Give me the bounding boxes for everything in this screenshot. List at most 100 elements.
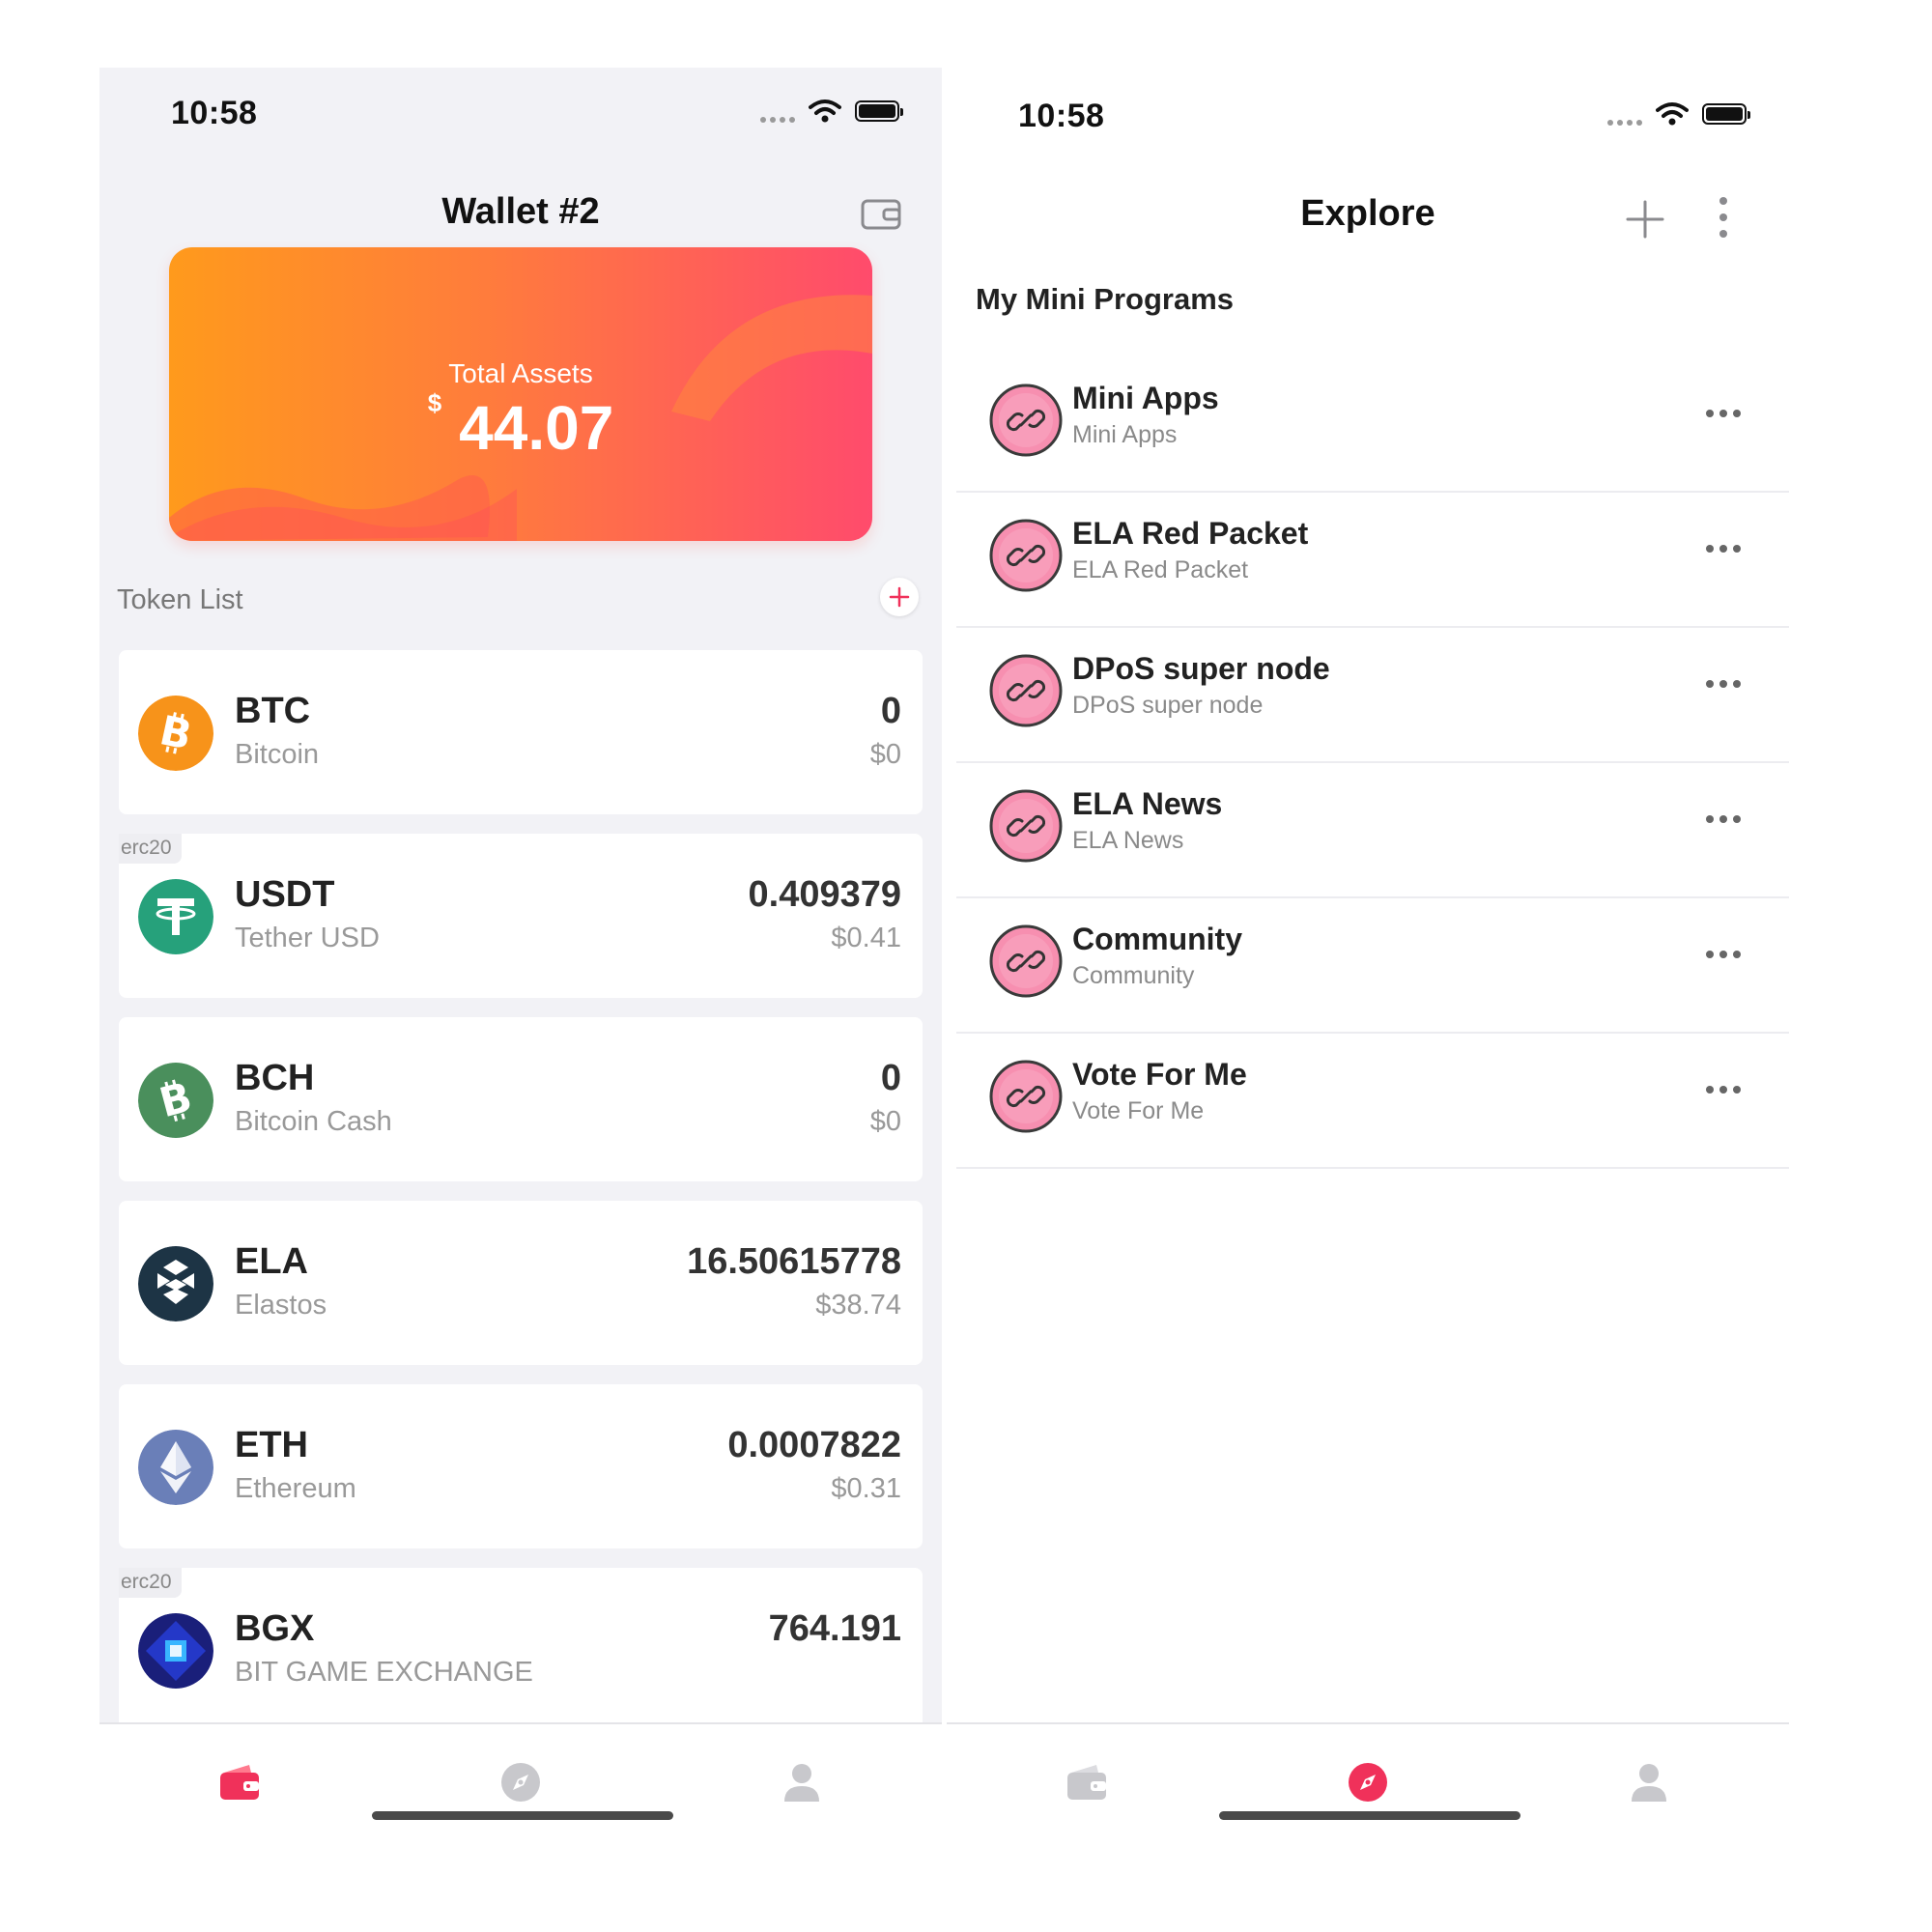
status-icons xyxy=(760,99,903,124)
token-name: Bitcoin Cash xyxy=(235,1106,392,1137)
mini-program-item[interactable]: Vote For Me Vote For Me xyxy=(956,1034,1789,1169)
tab-profile[interactable] xyxy=(661,1724,942,1831)
token-balance: 0.0007822 xyxy=(727,1425,901,1465)
compass-icon xyxy=(501,1763,540,1802)
tab-wallet[interactable] xyxy=(99,1724,381,1831)
token-balance: 16.50615778 xyxy=(687,1241,901,1282)
tether-icon xyxy=(138,879,213,954)
wallet-screen: 10:58 Wallet #2 Total Assets $44.07 Toke… xyxy=(99,68,942,1903)
token-balance: 0.409379 xyxy=(748,874,902,915)
token-row-ela[interactable]: ELA Elastos 16.50615778 $38.74 xyxy=(119,1201,923,1365)
section-title: My Mini Programs xyxy=(976,282,1234,316)
mini-program-subtitle: ELA News xyxy=(1072,827,1184,854)
token-symbol: BGX xyxy=(235,1608,315,1649)
mini-program-item[interactable]: DPoS super node DPoS super node xyxy=(956,628,1789,763)
token-fiat-value: $0.31 xyxy=(831,1473,901,1504)
status-bar: 10:58 xyxy=(947,68,1789,164)
token-name: Ethereum xyxy=(235,1473,356,1504)
more-horizontal-icon[interactable] xyxy=(1706,1086,1741,1094)
token-symbol: BTC xyxy=(235,691,311,731)
bgx-icon xyxy=(138,1613,213,1689)
token-balance: 0 xyxy=(880,1058,901,1098)
token-symbol: ETH xyxy=(235,1425,308,1465)
wifi-icon xyxy=(809,99,841,123)
navigation-bar: Explore xyxy=(947,176,1789,263)
mini-program-list: Mini Apps Mini Apps ELA Red Packet ELA R… xyxy=(956,357,1789,1169)
mini-program-item[interactable]: ELA Red Packet ELA Red Packet xyxy=(956,493,1789,628)
token-name: BIT GAME EXCHANGE xyxy=(235,1657,533,1688)
mini-program-link-icon xyxy=(989,924,1063,998)
tab-wallet[interactable] xyxy=(947,1724,1228,1831)
page-title: Wallet #2 xyxy=(441,191,600,232)
mini-program-link-icon xyxy=(989,654,1063,727)
token-name: Tether USD xyxy=(235,923,380,953)
mini-program-subtitle: ELA Red Packet xyxy=(1072,556,1249,583)
cellular-signal-icon xyxy=(760,117,795,123)
mini-program-title: Vote For Me xyxy=(1072,1057,1247,1092)
token-fiat-value: $0.41 xyxy=(831,923,901,953)
token-balance: 0 xyxy=(880,691,901,731)
token-symbol: BCH xyxy=(235,1058,315,1098)
add-token-button[interactable] xyxy=(880,578,919,616)
mini-program-subtitle: Mini Apps xyxy=(1072,421,1178,448)
total-assets-value: 44.07 xyxy=(459,393,614,463)
more-horizontal-icon[interactable] xyxy=(1706,951,1741,958)
mini-program-subtitle: Community xyxy=(1072,962,1195,989)
token-standard-badge: erc20 xyxy=(119,834,182,864)
mini-program-link-icon xyxy=(989,519,1063,592)
mini-program-link-icon xyxy=(989,789,1063,863)
mini-program-item[interactable]: Mini Apps Mini Apps xyxy=(956,357,1789,493)
add-icon[interactable] xyxy=(1625,199,1665,240)
bitcoin-cash-icon: B xyxy=(138,1063,213,1138)
wallet-icon xyxy=(1067,1765,1107,1800)
status-bar: 10:58 xyxy=(99,68,942,164)
more-vertical-icon[interactable] xyxy=(1716,195,1731,240)
mini-program-title: ELA News xyxy=(1072,786,1223,821)
total-assets-label: Total Assets xyxy=(448,358,593,388)
more-horizontal-icon[interactable] xyxy=(1706,410,1741,417)
user-icon xyxy=(1631,1764,1666,1802)
more-horizontal-icon[interactable] xyxy=(1706,815,1741,823)
token-list-label: Token List xyxy=(117,584,243,615)
status-time: 10:58 xyxy=(171,95,258,131)
elastos-icon xyxy=(138,1246,213,1321)
mini-program-item[interactable]: Community Community xyxy=(956,898,1789,1034)
mini-program-subtitle: DPoS super node xyxy=(1072,692,1264,719)
token-symbol: ELA xyxy=(235,1241,308,1282)
tab-profile[interactable] xyxy=(1508,1724,1789,1831)
mini-program-title: DPoS super node xyxy=(1072,651,1330,686)
battery-icon xyxy=(855,100,903,122)
token-list: B BTC Bitcoin 0 $0 erc20 USDT Tether USD… xyxy=(119,650,923,1751)
home-indicator[interactable] xyxy=(1219,1811,1520,1820)
token-row-btc[interactable]: B BTC Bitcoin 0 $0 xyxy=(119,650,923,814)
token-symbol: USDT xyxy=(235,874,335,915)
wallet-switch-icon[interactable] xyxy=(861,199,901,230)
token-standard-badge: erc20 xyxy=(119,1568,182,1598)
mini-program-title: ELA Red Packet xyxy=(1072,516,1309,551)
bitcoin-icon: B xyxy=(138,696,213,771)
mini-program-subtitle: Vote For Me xyxy=(1072,1097,1205,1124)
mini-program-title: Mini Apps xyxy=(1072,381,1219,415)
token-row-bgx[interactable]: erc20 BGX BIT GAME EXCHANGE 764.191 xyxy=(119,1568,923,1732)
battery-icon xyxy=(1702,103,1750,125)
status-icons xyxy=(1607,101,1750,127)
token-row-bch[interactable]: B BCH Bitcoin Cash 0 $0 xyxy=(119,1017,923,1181)
mini-program-item[interactable]: ELA News ELA News xyxy=(956,763,1789,898)
total-assets-card[interactable]: Total Assets $44.07 xyxy=(169,247,872,541)
home-indicator[interactable] xyxy=(372,1811,673,1820)
token-fiat-value: $0 xyxy=(869,739,901,770)
token-name: Bitcoin xyxy=(235,739,320,770)
token-row-eth[interactable]: ETH Ethereum 0.0007822 $0.31 xyxy=(119,1384,923,1548)
mini-program-title: Community xyxy=(1072,922,1242,956)
token-name: Elastos xyxy=(235,1290,327,1321)
compass-icon xyxy=(1349,1763,1387,1802)
more-horizontal-icon[interactable] xyxy=(1706,680,1741,688)
mini-program-link-icon xyxy=(989,384,1063,457)
token-row-usdt[interactable]: erc20 USDT Tether USD 0.409379 $0.41 xyxy=(119,834,923,998)
total-assets-amount: $44.07 xyxy=(169,388,872,464)
ethereum-icon xyxy=(138,1430,213,1505)
explore-screen: 10:58 Explore My Mini Programs Mini Apps… xyxy=(947,68,1789,1903)
mini-program-link-icon xyxy=(989,1060,1063,1133)
more-horizontal-icon[interactable] xyxy=(1706,545,1741,553)
cellular-signal-icon xyxy=(1607,120,1642,126)
